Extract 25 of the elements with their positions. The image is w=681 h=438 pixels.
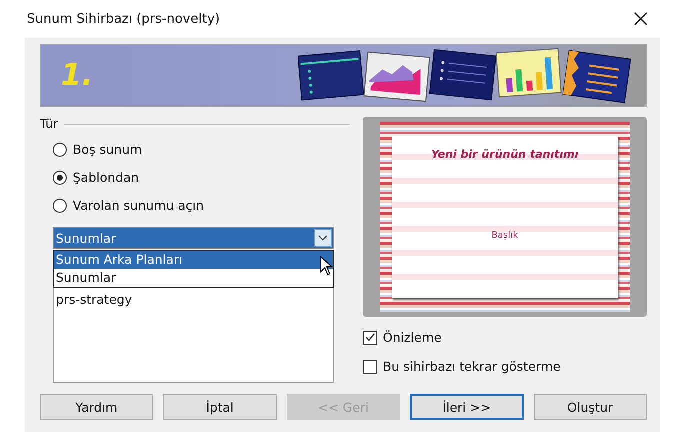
group-label: Tür <box>40 117 58 131</box>
checkbox[interactable] <box>363 360 377 374</box>
list-item[interactable]: prs-strategy <box>56 292 331 307</box>
window-title: Sunum Sihirbazı (prs-novelty) <box>27 12 220 26</box>
slide-title: Yeni bir ürünün tanıtımı <box>431 148 579 161</box>
dialog-button[interactable]: Yardım <box>40 394 154 420</box>
radio-label[interactable]: Varolan sunumu açın <box>73 198 204 213</box>
step-number: 1. <box>61 58 94 93</box>
radio-label[interactable]: Şablondan <box>73 170 140 185</box>
checkbox-label[interactable]: Önizleme <box>383 330 442 345</box>
category-dropdown[interactable]: Sunumlar <box>53 227 334 249</box>
dialog-button[interactable]: İptal <box>163 394 277 420</box>
checkbox-label[interactable]: Bu sihirbazı tekrar gösterme <box>383 359 561 374</box>
slide-subtitle: Başlık <box>492 231 518 241</box>
chevron-down-icon[interactable] <box>314 229 332 247</box>
dialog-button[interactable]: Oluştur <box>534 394 647 420</box>
radio-button[interactable] <box>53 170 67 184</box>
checkbox[interactable] <box>363 330 377 344</box>
radio-button[interactable] <box>53 142 67 156</box>
dropdown-option[interactable]: Sunumlar <box>54 269 333 287</box>
radio-button[interactable] <box>53 198 67 212</box>
close-icon[interactable] <box>634 12 648 26</box>
radio-label[interactable]: Boş sunum <box>73 142 142 157</box>
dialog-button[interactable]: İleri >> <box>410 394 524 420</box>
dropdown-option[interactable]: Sunum Arka Planları <box>54 251 333 269</box>
